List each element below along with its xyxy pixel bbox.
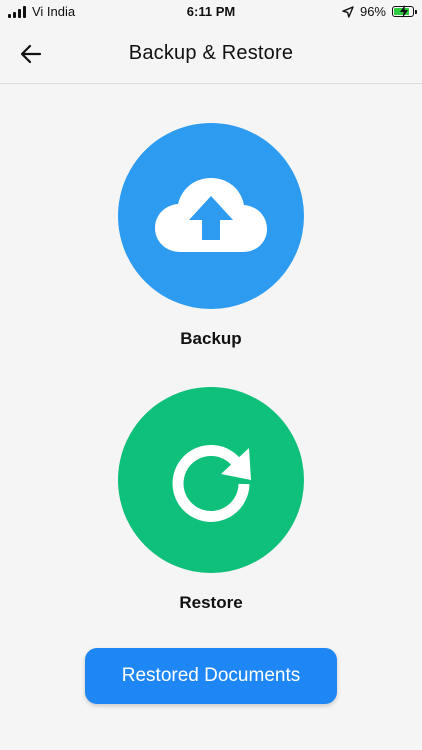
location-arrow-icon	[342, 5, 354, 18]
backup-label: Backup	[180, 329, 242, 348]
page-title: Backup & Restore	[128, 42, 294, 64]
cloud-upload-icon	[155, 178, 267, 252]
restore-section: Restore	[0, 387, 422, 613]
restored-documents-button[interactable]: Restored Documents	[85, 648, 337, 704]
app-header: Backup & Restore	[0, 24, 422, 84]
refresh-icon	[172, 444, 251, 522]
battery-charging-icon	[392, 5, 417, 18]
status-right: 96%	[342, 4, 417, 19]
restore-label: Restore	[179, 593, 243, 612]
battery-percent: 96%	[359, 4, 386, 19]
restore-button[interactable]	[118, 387, 304, 573]
backup-button[interactable]	[118, 123, 304, 309]
backup-section: Backup	[0, 123, 422, 349]
status-bar: Vi India 6:11 PM 96%	[0, 0, 422, 24]
